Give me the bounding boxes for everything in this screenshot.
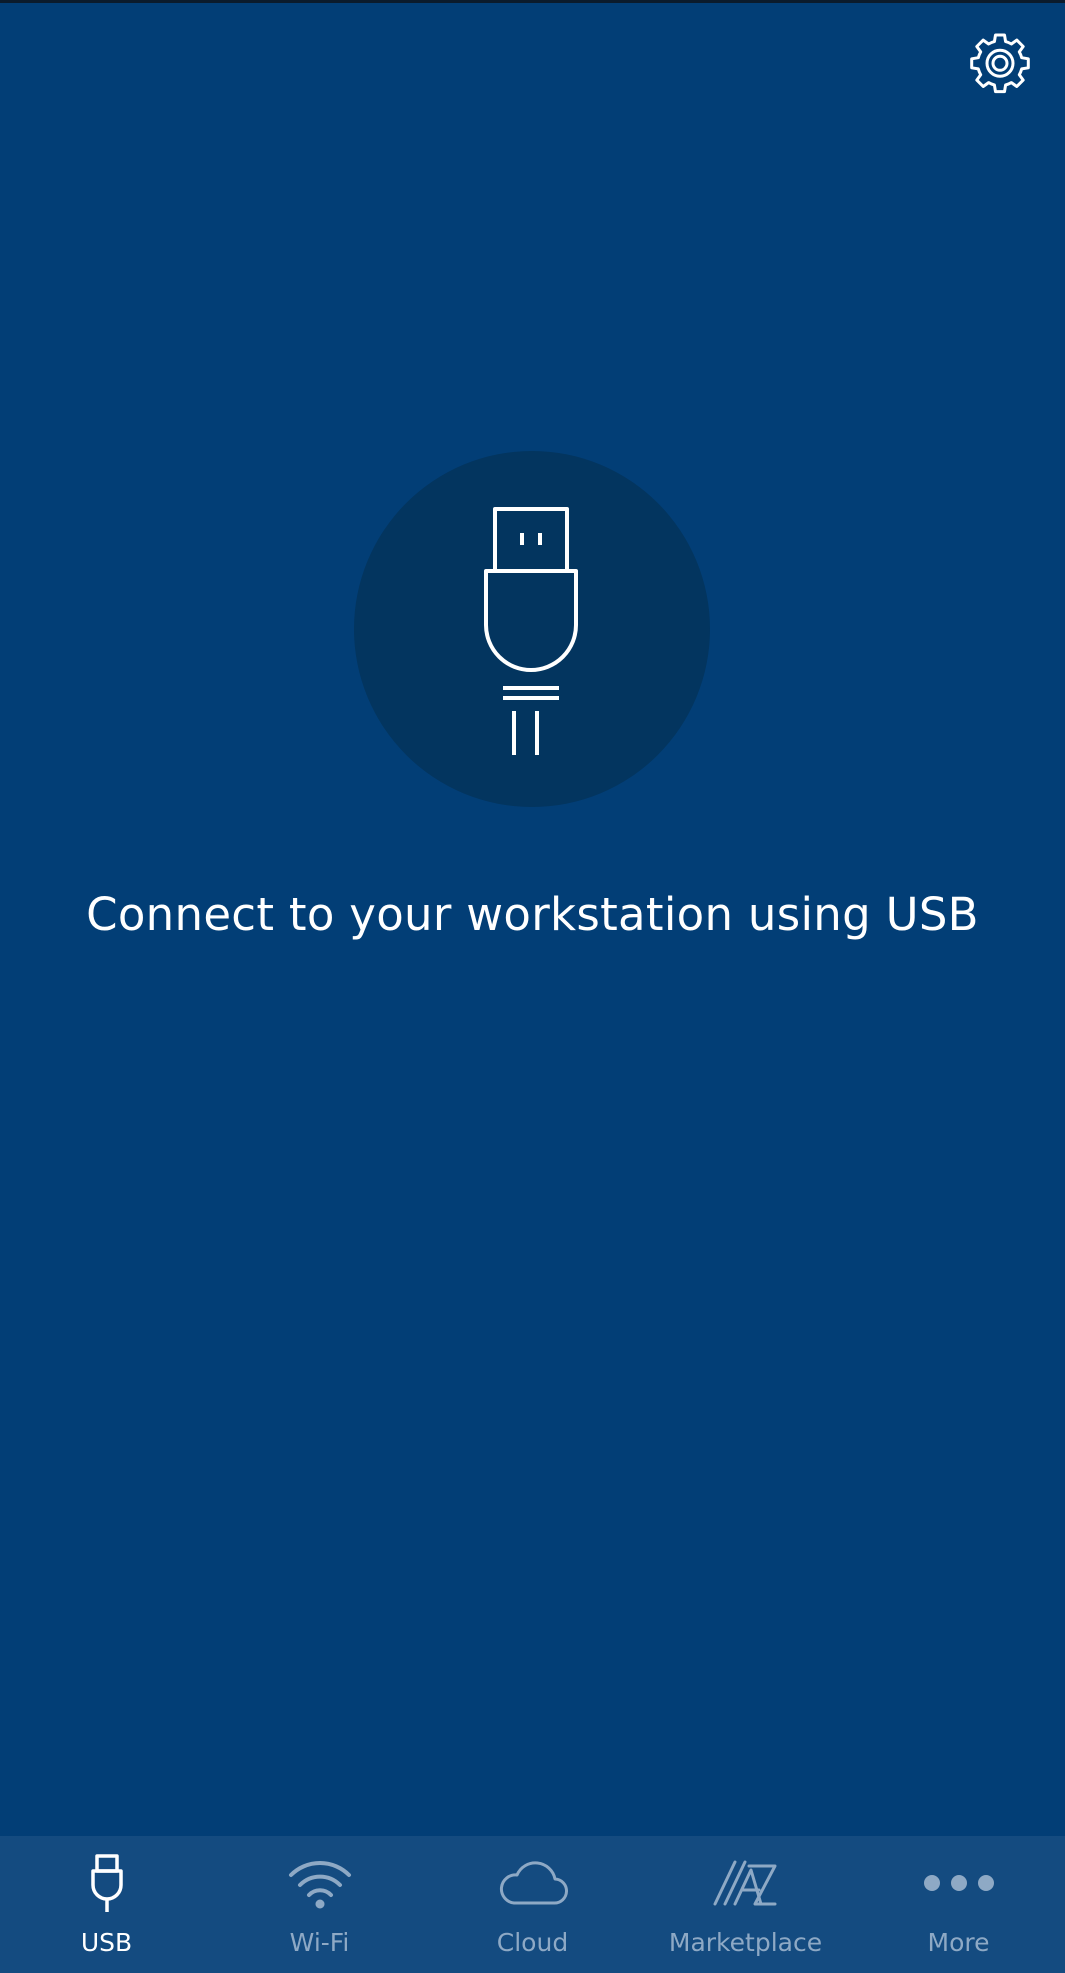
tab-more[interactable]: More (852, 1836, 1065, 1973)
usb-plug-icon (484, 507, 578, 755)
more-dots-icon (923, 1875, 994, 1891)
tab-label: Marketplace (668, 1928, 823, 1957)
tab-label: Cloud (496, 1928, 569, 1957)
tab-label: More (927, 1928, 990, 1957)
tab-label: USB (80, 1928, 133, 1957)
usb-icon (90, 1854, 123, 1912)
marketplace-icon (713, 1860, 776, 1906)
tab-label: Wi-Fi (289, 1928, 350, 1957)
tab-cloud[interactable]: Cloud (426, 1836, 639, 1973)
wifi-icon (288, 1861, 351, 1909)
connect-instructions: Connect to your workstation using USB (86, 888, 979, 941)
tab-usb[interactable]: USB (0, 1836, 213, 1973)
gear-icon (970, 33, 1030, 94)
usb-hero-badge (354, 451, 710, 807)
tab-marketplace[interactable]: Marketplace (639, 1836, 852, 1973)
status-bar-edge (0, 0, 1065, 3)
tab-wifi[interactable]: Wi-Fi (213, 1836, 426, 1973)
cloud-icon (499, 1861, 568, 1905)
tab-bar: USB Wi-Fi Cloud Marketplace More (0, 1836, 1065, 1973)
settings-button[interactable] (964, 28, 1036, 100)
